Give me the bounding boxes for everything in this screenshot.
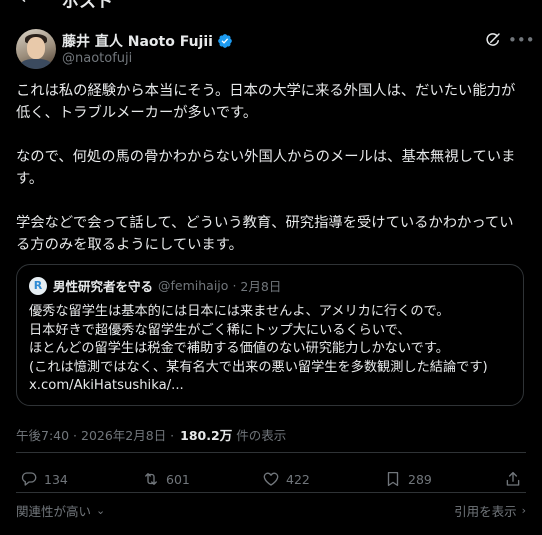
divider xyxy=(16,452,526,453)
share-icon xyxy=(506,471,520,486)
like-button[interactable]: 422 xyxy=(262,470,310,488)
repost-button[interactable]: 601 xyxy=(142,470,190,488)
top-bar: ← ポスト xyxy=(0,0,542,10)
page-title: ポスト xyxy=(62,0,113,10)
tweet-meta: 午後7:40 · 2026年2月8日 · 180.2万 件の表示 xyxy=(16,425,286,444)
quoted-link[interactable]: x.com/AkiHatsushika/... xyxy=(29,377,515,396)
quotes-label: 引用を表示 xyxy=(454,504,517,519)
quoted-tweet-header: R 男性研究者を守る @femihaijo · 2月8日 xyxy=(29,276,281,295)
view-quotes-link[interactable]: 引用を表示 › xyxy=(454,501,526,520)
chevron-right-icon: › xyxy=(521,504,526,517)
quoted-line: 優秀な留学生は基本的には日本には来ませんよ、アメリカに行くので。 xyxy=(29,304,450,319)
quoted-tweet-text: 優秀な留学生は基本的には日本には来ませんよ、アメリカに行くので。 日本好きで超優… xyxy=(29,303,515,396)
repost-count: 601 xyxy=(166,471,190,487)
reply-button[interactable]: 134 xyxy=(20,470,68,488)
author-name-row[interactable]: 藤井 直人 Naoto Fujii xyxy=(62,31,233,51)
views-label: 件の表示 xyxy=(236,428,287,443)
quoted-author-name: 男性研究者を守る xyxy=(53,279,154,294)
sort-replies-dropdown[interactable]: 関連性が高い ⌄ xyxy=(16,501,105,520)
bookmark-icon xyxy=(387,471,399,487)
heart-icon xyxy=(263,472,279,486)
tweet-paragraph: 学会などで会って話して、どういう教育、研究指導を受けているかわかっている方のみを… xyxy=(16,215,514,253)
quoted-author-avatar: R xyxy=(29,276,47,295)
like-count: 422 xyxy=(286,471,310,487)
tweet-timestamp[interactable]: 午後7:40 · 2026年2月8日 · xyxy=(16,425,174,444)
quoted-date: 2月8日 xyxy=(240,279,282,294)
reply-count: 134 xyxy=(44,471,68,487)
author-avatar[interactable] xyxy=(16,29,56,69)
author-handle[interactable]: @naotofuji xyxy=(62,51,132,66)
tweet-paragraph: これは私の経験から本当にそう。日本の大学に来る外国人は、だいたい能力が低く、トラ… xyxy=(16,83,516,121)
sort-label: 関連性が高い xyxy=(16,504,92,519)
views-count: 180.2万 xyxy=(180,428,233,443)
quoted-tweet-card[interactable]: R 男性研究者を守る @femihaijo · 2月8日 優秀な留学生は基本的に… xyxy=(16,264,524,406)
back-arrow-icon[interactable]: ← xyxy=(20,0,35,9)
quoted-author-handle: @femihaijo xyxy=(158,278,229,293)
tweet-text: これは私の経験から本当にそう。日本の大学に来る外国人は、だいたい能力が低く、トラ… xyxy=(16,80,526,256)
author-display-name[interactable]: 藤井 直人 Naoto Fujii xyxy=(62,31,213,51)
share-button[interactable] xyxy=(504,470,522,488)
quoted-line: 日本好きで超優秀な留学生がごく稀にトップ大にいるくらいで、 xyxy=(29,322,411,338)
quoted-line: (これは憶測ではなく、某有名大で出来の悪い留学生を多数観測した結論です) xyxy=(29,359,488,375)
verified-badge-icon xyxy=(218,34,232,48)
repost-icon xyxy=(145,473,157,485)
reply-icon xyxy=(21,472,37,486)
bookmark-button[interactable]: 289 xyxy=(384,470,432,488)
chevron-down-icon: ⌄ xyxy=(96,504,106,517)
quoted-separator: · xyxy=(232,278,237,293)
more-icon[interactable]: ••• xyxy=(508,30,535,50)
grok-icon[interactable] xyxy=(484,31,502,49)
tweet-paragraph: なので、何処の馬の骨かわからない外国人からのメールは、基本無視しています。 xyxy=(16,149,516,187)
quoted-line: ほとんどの留学生は税金で補助する価値のない研究能力しかないです。 xyxy=(29,341,449,356)
divider xyxy=(16,492,526,493)
bookmark-count: 289 xyxy=(408,471,432,487)
